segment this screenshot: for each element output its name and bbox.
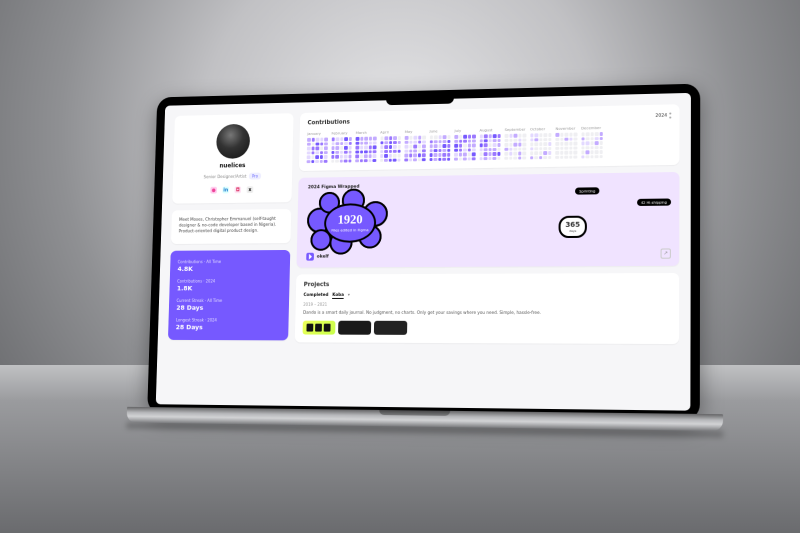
screen-content: nuelices Senior Designer/Artist Pro ● in… [156, 93, 691, 411]
thumbnail[interactable] [338, 321, 371, 335]
stat-item: Contributions · All Time 4.8K [177, 258, 282, 272]
project-thumbnails [303, 321, 671, 336]
share-icon[interactable]: ↗ [661, 248, 671, 258]
days-badge: 365 days [558, 216, 587, 238]
project-status[interactable]: Completed [303, 293, 328, 299]
right-column: Contributions 2024 JanuaryFebruaryMarchA… [293, 104, 679, 399]
bio-card: Meet Moses, Christopher Emmanuel (self-t… [171, 209, 291, 244]
figma-author[interactable]: okelf [306, 253, 329, 261]
project-description: Dando is a smart daily journal. No judgm… [303, 310, 671, 316]
bio-text: Meet Moses, Christopher Emmanuel (self-t… [179, 217, 284, 236]
profile-card: nuelices Senior Designer/Artist Pro ● in… [172, 113, 293, 204]
projects-title: Projects [304, 281, 671, 288]
laptop-lid: nuelices Senior Designer/Artist Pro ● in… [147, 84, 700, 421]
more-icon[interactable] [669, 112, 671, 118]
cloud-graphic: 1920 Files edited in Figma [308, 191, 392, 253]
laptop: nuelices Senior Designer/Artist Pro ● in… [146, 84, 700, 454]
pill-sprinting: Sprinting [575, 187, 599, 194]
pro-badge: Pro [249, 173, 261, 180]
x-icon[interactable]: x [247, 186, 254, 193]
figma-big-sub: Files edited in Figma [331, 227, 368, 232]
user-role: Senior Designer/Artist [204, 174, 247, 179]
stats-card: Contributions · All Time 4.8K Contributi… [168, 250, 290, 340]
thumbnail[interactable] [303, 321, 336, 335]
figma-wrapped-card: 2024 Figma Wrapped 1920 Files edited in … [297, 172, 680, 268]
thumbnail[interactable] [374, 321, 407, 335]
projects-card: Projects Completed Koba ▾ 2019 – 2021 Da… [295, 273, 679, 344]
username: nuelices [219, 162, 245, 169]
contribution-months: JanuaryFebruaryMarchAprilMayJuneJulyAugu… [307, 124, 672, 164]
stat-item: Contributions · 2024 1.8K [177, 278, 282, 292]
chevron-down-icon[interactable]: ▾ [348, 293, 350, 299]
contributions-title: Contributions [307, 120, 349, 127]
mockup-scene: nuelices Senior Designer/Artist Pro ● in… [0, 0, 800, 533]
avatar[interactable] [216, 124, 250, 159]
dribbble-icon[interactable]: ● [210, 187, 217, 194]
left-column: nuelices Senior Designer/Artist Pro ● in… [166, 113, 293, 395]
project-period: 2019 – 2021 [303, 302, 671, 307]
contributions-year[interactable]: 2024 [655, 113, 667, 118]
author-logo-icon [306, 253, 314, 261]
figma-big-number: 1920 [331, 212, 369, 228]
contributions-card: Contributions 2024 JanuaryFebruaryMarchA… [299, 104, 680, 171]
stat-item: Longest Streak · 2024 28 Days [176, 317, 281, 331]
linkedin-icon[interactable]: in [222, 187, 229, 194]
social-icons: ● in ◘ x [210, 186, 253, 193]
project-name[interactable]: Koba [332, 293, 344, 299]
stat-item: Current Streak · All Time 28 Days [176, 298, 281, 312]
pill-shipping: 42 Hi-shipping [637, 198, 671, 206]
instagram-icon[interactable]: ◘ [234, 186, 241, 193]
